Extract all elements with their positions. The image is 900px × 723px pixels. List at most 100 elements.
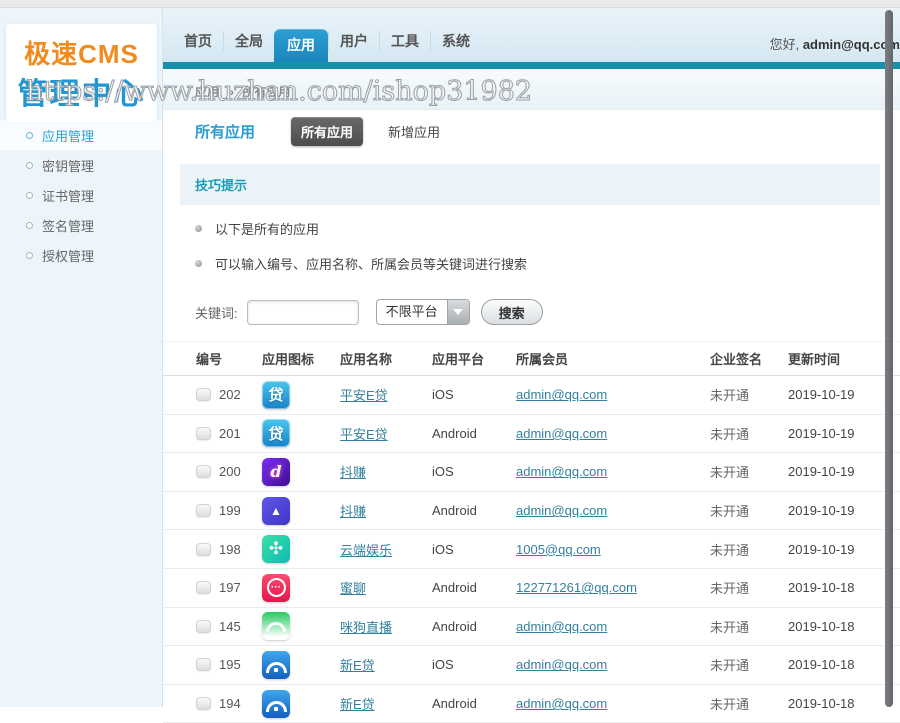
- breadcrumb-band: 应用 » 所有应用: [163, 69, 900, 110]
- cell-id: 198: [196, 542, 262, 557]
- app-name-link[interactable]: 咪狗直播: [340, 620, 392, 635]
- cell-updated: 2019-10-18: [788, 657, 900, 672]
- breadcrumb-separator: »: [227, 85, 234, 99]
- tab-all-apps[interactable]: 所有应用: [291, 117, 363, 146]
- sidebar-item-label: 签名管理: [42, 216, 94, 235]
- app-id: 201: [219, 426, 241, 441]
- cell-id: 199: [196, 503, 262, 518]
- app-name-link[interactable]: 抖赚: [340, 504, 366, 519]
- app-id: 198: [219, 542, 241, 557]
- cell-icon: [262, 651, 340, 679]
- breadcrumb-page: 所有应用: [242, 85, 290, 99]
- tab-new-app[interactable]: 新增应用: [378, 117, 450, 146]
- row-checkbox[interactable]: [196, 504, 211, 517]
- tips-item-text: 可以输入编号、应用名称、所属会员等关键词进行搜索: [215, 254, 527, 273]
- cell-name: 平安E贷: [340, 424, 432, 443]
- keyword-input[interactable]: [247, 300, 359, 325]
- cell-member: admin@qq.com: [516, 696, 710, 711]
- app-name-link[interactable]: 云端娱乐: [340, 543, 392, 558]
- sidebar-item-3[interactable]: 签名管理: [0, 210, 162, 240]
- cell-platform: Android: [432, 619, 516, 634]
- row-checkbox[interactable]: [196, 388, 211, 401]
- left-column: 极速CMS 管理中心 应用管理密钥管理证书管理签名管理授权管理: [0, 8, 163, 707]
- cell-member: admin@qq.com: [516, 387, 710, 402]
- content-tabs: 所有应用 新增应用: [291, 117, 450, 146]
- cell-id: 197: [196, 580, 262, 595]
- member-link[interactable]: admin@qq.com: [516, 657, 607, 672]
- xin-eloan-icon: [262, 690, 290, 718]
- member-link[interactable]: admin@qq.com: [516, 426, 607, 441]
- nav-item-0[interactable]: 首页: [173, 31, 223, 51]
- sidebar-item-2[interactable]: 证书管理: [0, 180, 162, 210]
- nav-item-4[interactable]: 工具: [379, 31, 430, 51]
- sidebar-item-4[interactable]: 授权管理: [0, 240, 162, 270]
- cell-id: 200: [196, 464, 262, 479]
- member-link[interactable]: admin@qq.com: [516, 619, 607, 634]
- cell-name: 平安E贷: [340, 385, 432, 404]
- breadcrumb-section[interactable]: 应用: [195, 85, 219, 99]
- app-id: 197: [219, 580, 241, 595]
- tips-item-1: 可以输入编号、应用名称、所属会员等关键词进行搜索: [195, 246, 880, 281]
- nav-item-5[interactable]: 系统: [430, 31, 481, 51]
- tips-list: 以下是所有的应用可以输入编号、应用名称、所属会员等关键词进行搜索: [180, 211, 880, 281]
- window-top-strip: [0, 0, 900, 8]
- row-checkbox[interactable]: [196, 697, 211, 710]
- chevron-down-icon[interactable]: [447, 300, 469, 324]
- cell-updated: 2019-10-19: [788, 503, 900, 518]
- cell-id: 145: [196, 619, 262, 634]
- cell-name: 新E贷: [340, 655, 432, 674]
- tips-item-0: 以下是所有的应用: [195, 211, 880, 246]
- sidebar-item-1[interactable]: 密钥管理: [0, 150, 162, 180]
- bullet-icon: [26, 132, 33, 139]
- cell-member: admin@qq.com: [516, 464, 710, 479]
- cell-icon: d: [262, 458, 340, 486]
- row-checkbox[interactable]: [196, 658, 211, 671]
- cell-updated: 2019-10-19: [788, 387, 900, 402]
- app-name-link[interactable]: 新E贷: [340, 658, 375, 673]
- nav-item-2[interactable]: 应用: [274, 29, 328, 62]
- app-name-link[interactable]: 平安E贷: [340, 388, 388, 403]
- member-link[interactable]: admin@qq.com: [516, 503, 607, 518]
- cell-name: 咪狗直播: [340, 617, 432, 636]
- platform-select[interactable]: 不限平台: [376, 299, 470, 325]
- search-button[interactable]: 搜索: [481, 299, 543, 325]
- nav-item-3[interactable]: 用户: [328, 31, 379, 51]
- member-link[interactable]: 122771261@qq.com: [516, 580, 637, 595]
- row-checkbox[interactable]: [196, 581, 211, 594]
- logo-line1: 极速CMS: [24, 34, 139, 71]
- app-name-link[interactable]: 蜜聊: [340, 581, 366, 596]
- row-checkbox[interactable]: [196, 465, 211, 478]
- cell-name: 抖赚: [340, 462, 432, 481]
- member-link[interactable]: 1005@qq.com: [516, 542, 601, 557]
- row-checkbox[interactable]: [196, 620, 211, 633]
- table-row: 195新E贷iOSadmin@qq.com未开通2019-10-18: [163, 646, 900, 685]
- bullet-dot-icon: [195, 260, 202, 267]
- member-link[interactable]: admin@qq.com: [516, 387, 607, 402]
- cell-icon: [262, 612, 340, 640]
- cell-signature: 未开通: [710, 501, 788, 520]
- nav-item-1[interactable]: 全局: [223, 31, 274, 51]
- app-name-link[interactable]: 新E贷: [340, 697, 375, 712]
- row-checkbox[interactable]: [196, 543, 211, 556]
- main-nav: 首页全局应用用户工具系统: [173, 29, 481, 62]
- cell-id: 194: [196, 696, 262, 711]
- table-row: 200d抖赚iOSadmin@qq.com未开通2019-10-19: [163, 453, 900, 492]
- col-header-signature: 企业签名: [710, 349, 788, 368]
- member-link[interactable]: admin@qq.com: [516, 696, 607, 711]
- col-header-platform: 应用平台: [432, 349, 516, 368]
- sidebar-item-0[interactable]: 应用管理: [0, 120, 162, 150]
- bullet-dot-icon: [195, 225, 202, 232]
- member-link[interactable]: admin@qq.com: [516, 464, 607, 479]
- app-name-link[interactable]: 平安E贷: [340, 427, 388, 442]
- app-id: 200: [219, 464, 241, 479]
- page-title: 所有应用: [195, 121, 255, 142]
- cell-member: 1005@qq.com: [516, 542, 710, 557]
- cell-updated: 2019-10-19: [788, 542, 900, 557]
- cell-member: admin@qq.com: [516, 503, 710, 518]
- vertical-scrollbar[interactable]: [885, 10, 893, 707]
- row-checkbox[interactable]: [196, 427, 211, 440]
- sidebar-menu: 应用管理密钥管理证书管理签名管理授权管理: [0, 120, 162, 270]
- table-row: 194新E贷Androidadmin@qq.com未开通2019-10-18: [163, 685, 900, 723]
- header: 首页全局应用用户工具系统 您好, admin@qq.com: [163, 8, 900, 62]
- app-name-link[interactable]: 抖赚: [340, 465, 366, 480]
